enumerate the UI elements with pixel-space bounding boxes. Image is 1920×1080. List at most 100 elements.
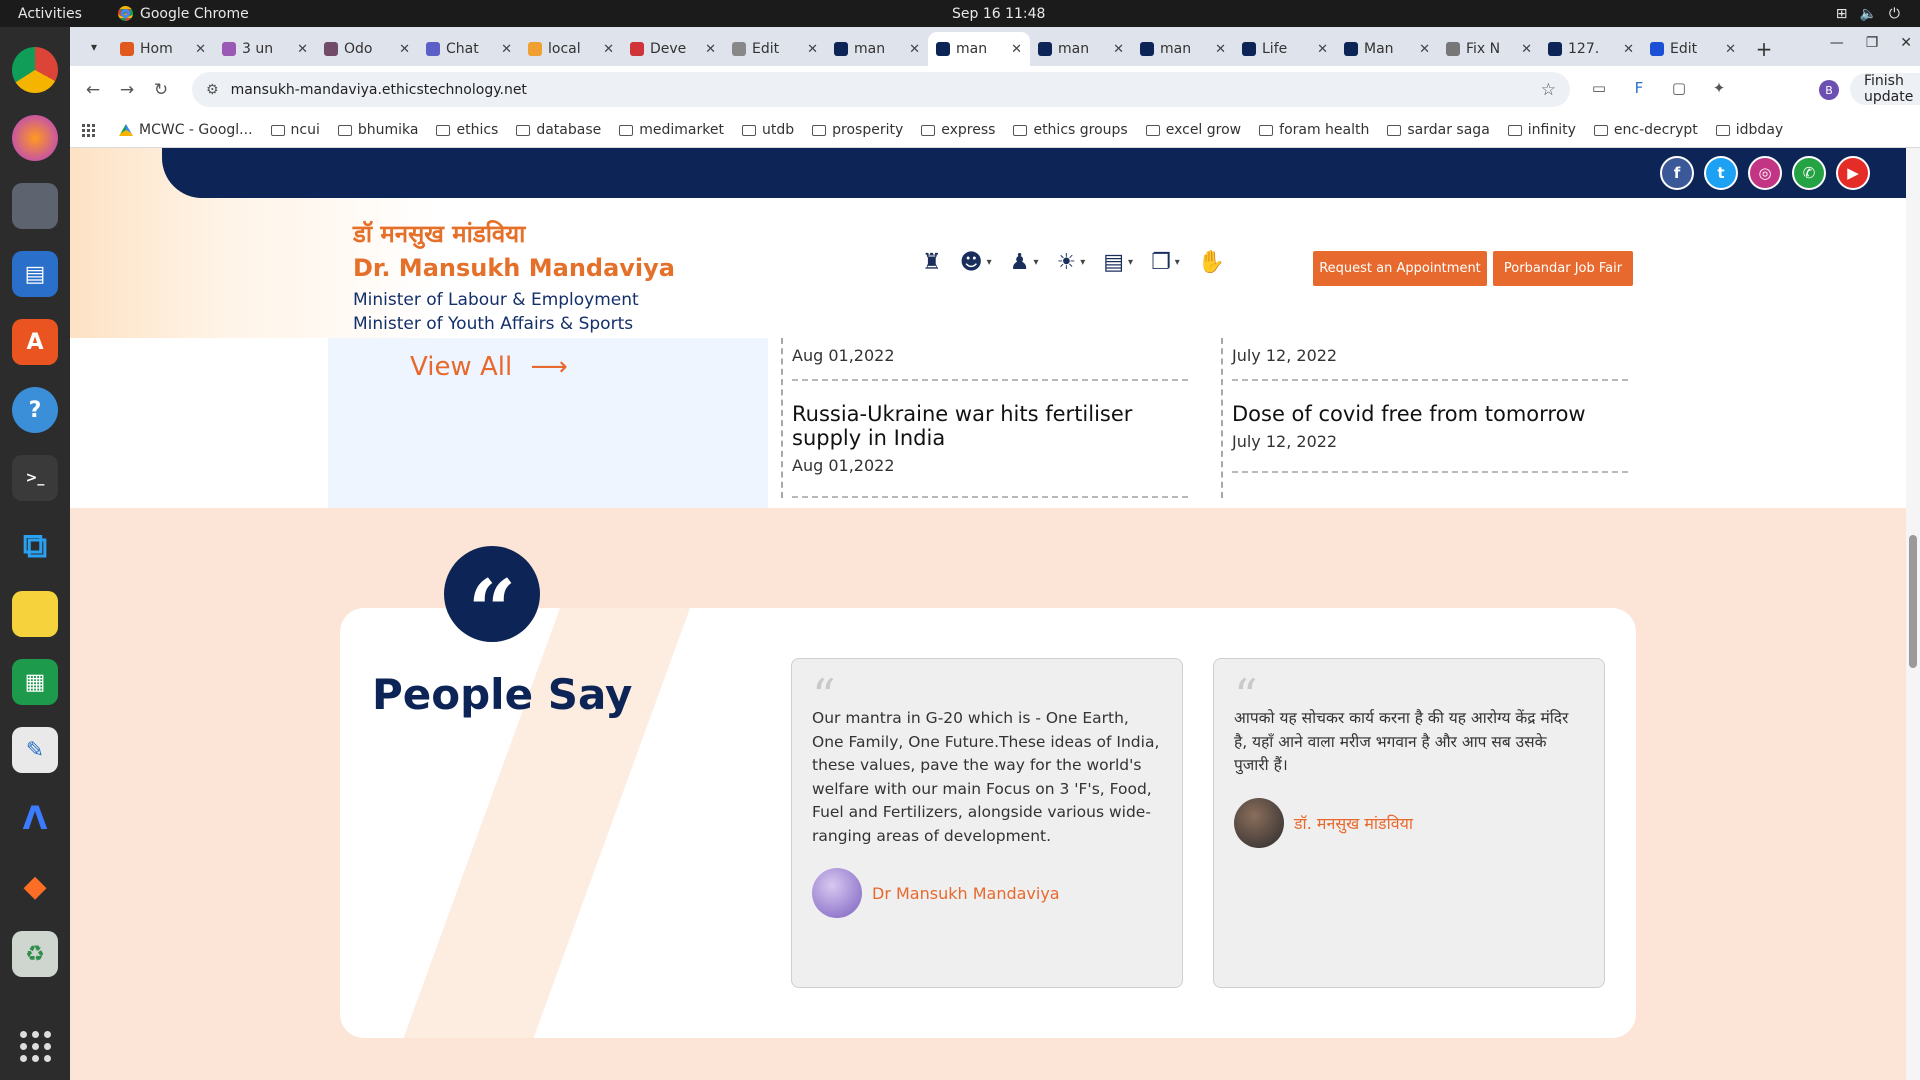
whatsapp-icon[interactable]: ✆: [1792, 156, 1826, 190]
tab-close-icon[interactable]: ✕: [501, 42, 512, 57]
tab-search-icon[interactable]: ▾: [80, 33, 108, 61]
bookmark-item[interactable]: database: [516, 122, 601, 138]
tab-close-icon[interactable]: ✕: [1011, 42, 1022, 57]
bookmark-item[interactable]: foram health: [1259, 122, 1369, 138]
bookmark-item[interactable]: sardar saga: [1387, 122, 1490, 138]
anydesk-dock-icon[interactable]: Λ: [12, 795, 58, 841]
extensions-puzzle-icon[interactable]: ✦: [1708, 77, 1730, 99]
profile-avatar[interactable]: B: [1819, 80, 1839, 100]
browser-tab[interactable]: Man ✕: [1336, 32, 1438, 66]
browser-tab[interactable]: Life ✕: [1234, 32, 1336, 66]
bookmark-item[interactable]: enc-decrypt: [1593, 122, 1698, 138]
tab-close-icon[interactable]: ✕: [1623, 42, 1634, 57]
twitter-icon[interactable]: t: [1704, 156, 1738, 190]
text-editor-dock-icon[interactable]: ✎: [12, 727, 58, 773]
browser-tab[interactable]: 3 un ✕: [214, 32, 316, 66]
writer-dock-icon[interactable]: ▤: [12, 251, 58, 297]
bookmark-item[interactable]: MCWC - Googl...: [119, 122, 253, 138]
vscode-dock-icon[interactable]: ⧉: [12, 523, 58, 569]
bookmark-item[interactable]: ethics groups: [1013, 122, 1128, 138]
tab-close-icon[interactable]: ✕: [399, 42, 410, 57]
restore-icon[interactable]: ❐: [1866, 35, 1879, 51]
tab-close-icon[interactable]: ✕: [807, 42, 818, 57]
request-appointment-button[interactable]: Request an Appointment: [1313, 251, 1487, 286]
nav-media-icon[interactable]: ▤ ▾: [1103, 250, 1133, 275]
tab-close-icon[interactable]: ✕: [705, 42, 716, 57]
browser-tab[interactable]: Deve ✕: [622, 32, 724, 66]
view-all-link[interactable]: View All ⟶: [410, 352, 568, 382]
reload-icon[interactable]: ↻: [144, 80, 178, 100]
tab-close-icon[interactable]: ✕: [1113, 42, 1124, 57]
tab-close-icon[interactable]: ✕: [1215, 42, 1226, 57]
bookmark-item[interactable]: utdb: [741, 122, 794, 138]
testimonial-card[interactable]: “ Our mantra in G-20 which is - One Eart…: [791, 658, 1183, 988]
bookmark-item[interactable]: infinity: [1507, 122, 1576, 138]
browser-tab[interactable]: Fix N ✕: [1438, 32, 1540, 66]
browser-tab[interactable]: man ✕: [1132, 32, 1234, 66]
browser-tab[interactable]: man ✕: [826, 32, 928, 66]
nav-people-icon[interactable]: ☻ ▾: [960, 250, 992, 275]
clock[interactable]: Sep 16 11:48: [952, 6, 1045, 22]
extension-blank-icon[interactable]: ▢: [1668, 77, 1690, 99]
youtube-icon[interactable]: ▶: [1836, 156, 1870, 190]
browser-tab[interactable]: Edit ✕: [1642, 32, 1744, 66]
tab-close-icon[interactable]: ✕: [297, 42, 308, 57]
app-center-dock-icon[interactable]: A: [12, 319, 58, 365]
address-bar[interactable]: ⚙ mansukh-mandaviya.ethicstechnology.net…: [192, 72, 1570, 107]
nav-parliament-icon[interactable]: ♜: [922, 250, 942, 275]
news-item[interactable]: July 12, 2022: [1232, 340, 1337, 365]
firefox-dock-icon[interactable]: [12, 115, 58, 161]
browser-tab[interactable]: man ✕: [1030, 32, 1132, 66]
scrollbar-thumb[interactable]: [1909, 535, 1917, 668]
extension-f-icon[interactable]: F: [1628, 77, 1650, 99]
calc-dock-icon[interactable]: ▦: [12, 659, 58, 705]
site-brand[interactable]: डॉ मनसुख मांडविया Dr. Mansukh Mandaviya …: [353, 217, 675, 336]
news-item[interactable]: Aug 01,2022: [792, 340, 895, 365]
tab-close-icon[interactable]: ✕: [1317, 42, 1328, 57]
browser-tab[interactable]: Odo ✕: [316, 32, 418, 66]
browser-tab[interactable]: local ✕: [520, 32, 622, 66]
site-info-icon[interactable]: ⚙: [206, 82, 219, 98]
nav-contact-icon[interactable]: ✋: [1198, 250, 1225, 275]
tab-close-icon[interactable]: ✕: [1521, 42, 1532, 57]
instagram-icon[interactable]: ◎: [1748, 156, 1782, 190]
chrome-dock-icon[interactable]: [12, 47, 58, 93]
system-tray[interactable]: ⊞ 🔈 ⏻: [1836, 6, 1900, 22]
finish-update-button[interactable]: Finish update ⋮: [1850, 73, 1920, 105]
apps-grid-icon[interactable]: [82, 123, 95, 137]
close-window-icon[interactable]: ✕: [1900, 35, 1912, 51]
porbandar-job-fair-button[interactable]: Porbandar Job Fair: [1493, 251, 1633, 286]
show-apps-icon[interactable]: [20, 1031, 51, 1062]
tab-close-icon[interactable]: ✕: [909, 42, 920, 57]
bookmark-star-icon[interactable]: ☆: [1541, 80, 1556, 100]
bookmark-item[interactable]: prosperity: [812, 122, 903, 138]
help-dock-icon[interactable]: ?: [12, 387, 58, 433]
bookmark-item[interactable]: idbday: [1715, 122, 1783, 138]
browser-tab[interactable]: Hom ✕: [112, 32, 214, 66]
bookmark-item[interactable]: express: [921, 122, 995, 138]
files-dock-icon[interactable]: [12, 183, 58, 229]
tab-close-icon[interactable]: ✕: [1725, 42, 1736, 57]
browser-tab[interactable]: Chat ✕: [418, 32, 520, 66]
page-scrollbar[interactable]: [1906, 148, 1920, 1080]
new-tab-button[interactable]: +: [1750, 35, 1778, 63]
notes-dock-icon[interactable]: [12, 591, 58, 637]
bookmark-item[interactable]: ncui: [270, 122, 320, 138]
terminal-dock-icon[interactable]: >_: [12, 455, 58, 501]
activities-button[interactable]: Activities: [18, 6, 82, 22]
browser-tab[interactable]: 127. ✕: [1540, 32, 1642, 66]
bookmark-item[interactable]: bhumika: [337, 122, 418, 138]
tab-close-icon[interactable]: ✕: [1419, 42, 1430, 57]
back-icon[interactable]: ←: [76, 80, 110, 100]
cast-icon[interactable]: ▭: [1588, 77, 1610, 99]
active-app-menu[interactable]: Google Chrome: [118, 6, 249, 22]
nav-speaker-icon[interactable]: ♟ ▾: [1010, 250, 1039, 275]
trash-dock-icon[interactable]: ♻: [12, 931, 58, 977]
testimonial-card[interactable]: “ आपको यह सोचकर कार्य करना है की यह आरोग…: [1213, 658, 1605, 988]
bookmark-item[interactable]: ethics: [436, 122, 498, 138]
browser-tab[interactable]: Edit ✕: [724, 32, 826, 66]
nav-gallery-icon[interactable]: ❐ ▾: [1151, 250, 1180, 275]
minimize-icon[interactable]: —: [1830, 35, 1844, 51]
bookmark-item[interactable]: excel grow: [1145, 122, 1241, 138]
news-item[interactable]: Russia-Ukraine war hits fertiliser suppl…: [792, 402, 1172, 475]
